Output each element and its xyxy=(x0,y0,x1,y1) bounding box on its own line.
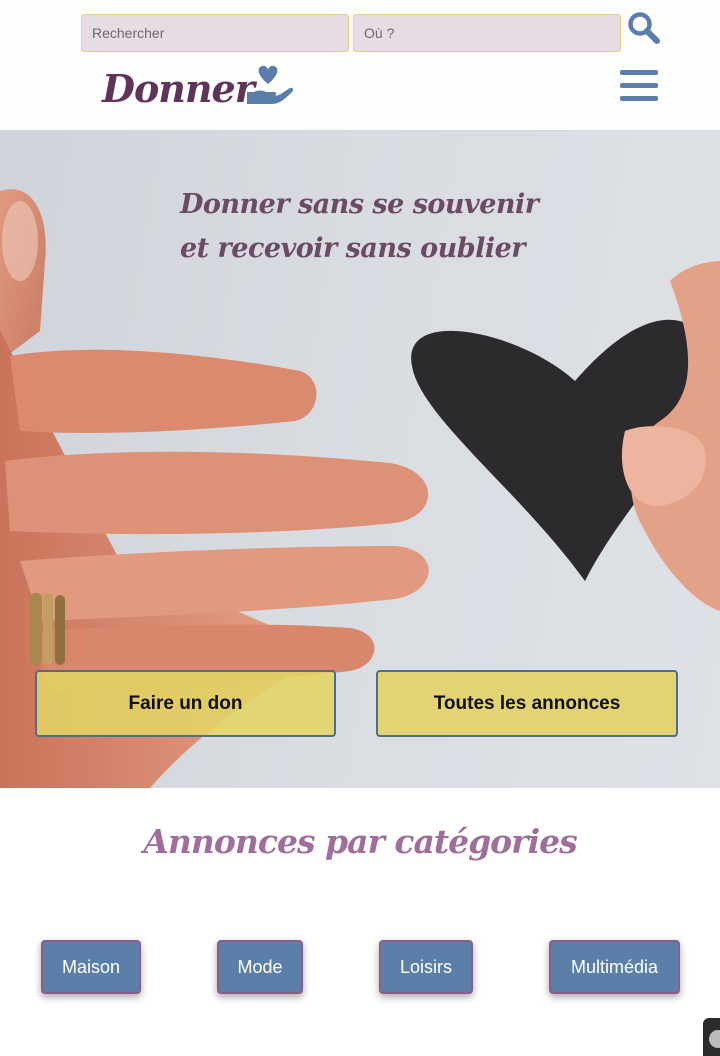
all-ads-button[interactable]: Toutes les annonces xyxy=(376,670,678,737)
category-button-maison[interactable]: Maison xyxy=(41,940,141,994)
location-input[interactable] xyxy=(353,14,621,52)
category-button-multimedia[interactable]: Multimédia xyxy=(549,940,680,994)
category-button-mode[interactable]: Mode xyxy=(217,940,303,994)
hero-tagline: Donner sans se souvenir et recevoir sans… xyxy=(180,183,539,271)
tagline-line-2: et recevoir sans oublier xyxy=(180,233,526,264)
widget-icon xyxy=(709,1030,720,1048)
categories-heading: Annonces par catégories xyxy=(143,822,577,861)
hero-banner: Donner sans se souvenir et recevoir sans… xyxy=(0,131,720,788)
site-header: Donner xyxy=(0,0,720,131)
category-button-loisirs[interactable]: Loisirs xyxy=(379,940,473,994)
heart-hand-icon xyxy=(247,65,294,104)
brand-logo-text[interactable]: Donner xyxy=(102,66,255,111)
hamburger-menu-icon xyxy=(620,70,658,75)
search-icon xyxy=(628,12,660,44)
search-button[interactable] xyxy=(626,10,662,46)
donate-button[interactable]: Faire un don xyxy=(35,670,336,737)
search-input[interactable] xyxy=(81,14,349,52)
hamburger-menu-button[interactable] xyxy=(620,70,660,104)
floating-widget-button[interactable] xyxy=(703,1018,720,1056)
tagline-line-1: Donner sans se souvenir xyxy=(180,189,539,220)
